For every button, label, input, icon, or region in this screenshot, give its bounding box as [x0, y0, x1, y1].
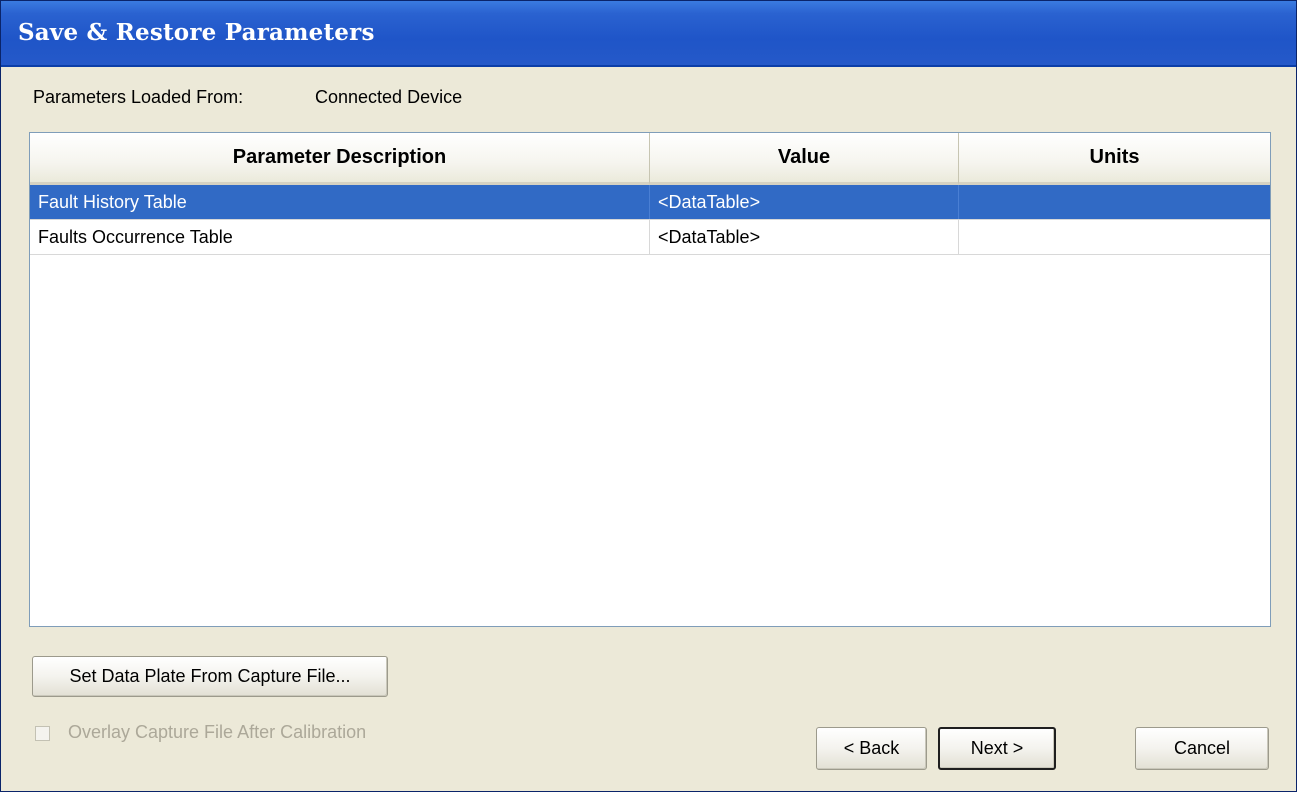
row-units: [959, 220, 1270, 254]
row-value: <DataTable>: [650, 185, 959, 219]
parameters-loaded-from-label: Parameters Loaded From:: [33, 87, 244, 107]
set-data-plate-button[interactable]: Set Data Plate From Capture File...: [32, 656, 388, 697]
row-description: Fault History Table: [30, 185, 650, 219]
column-header-units[interactable]: Units: [959, 133, 1270, 185]
row-units: [959, 185, 1270, 219]
next-button[interactable]: Next >: [938, 727, 1056, 770]
row-description: Faults Occurrence Table: [30, 220, 650, 254]
table-header: Parameter Description Value Units: [30, 133, 1270, 185]
column-header-description[interactable]: Parameter Description: [30, 133, 650, 185]
row-value: <DataTable>: [650, 220, 959, 254]
overlay-capture-label: Overlay Capture File After Calibration: [68, 722, 367, 742]
overlay-capture-checkbox[interactable]: [35, 726, 50, 741]
dialog-window: Save & Restore Parameters Parameters Loa…: [0, 0, 1297, 792]
back-button[interactable]: < Back: [816, 727, 927, 770]
parameters-source-value: Connected Device: [315, 87, 463, 107]
table-row[interactable]: Fault History Table <DataTable>: [30, 185, 1270, 220]
column-header-value[interactable]: Value: [650, 133, 959, 185]
title-bar[interactable]: Save & Restore Parameters: [1, 1, 1296, 67]
table-row[interactable]: Faults Occurrence Table <DataTable>: [30, 220, 1270, 255]
parameters-table: Parameter Description Value Units Fault …: [29, 132, 1271, 627]
window-title: Save & Restore Parameters: [18, 19, 375, 46]
cancel-button[interactable]: Cancel: [1135, 727, 1269, 770]
